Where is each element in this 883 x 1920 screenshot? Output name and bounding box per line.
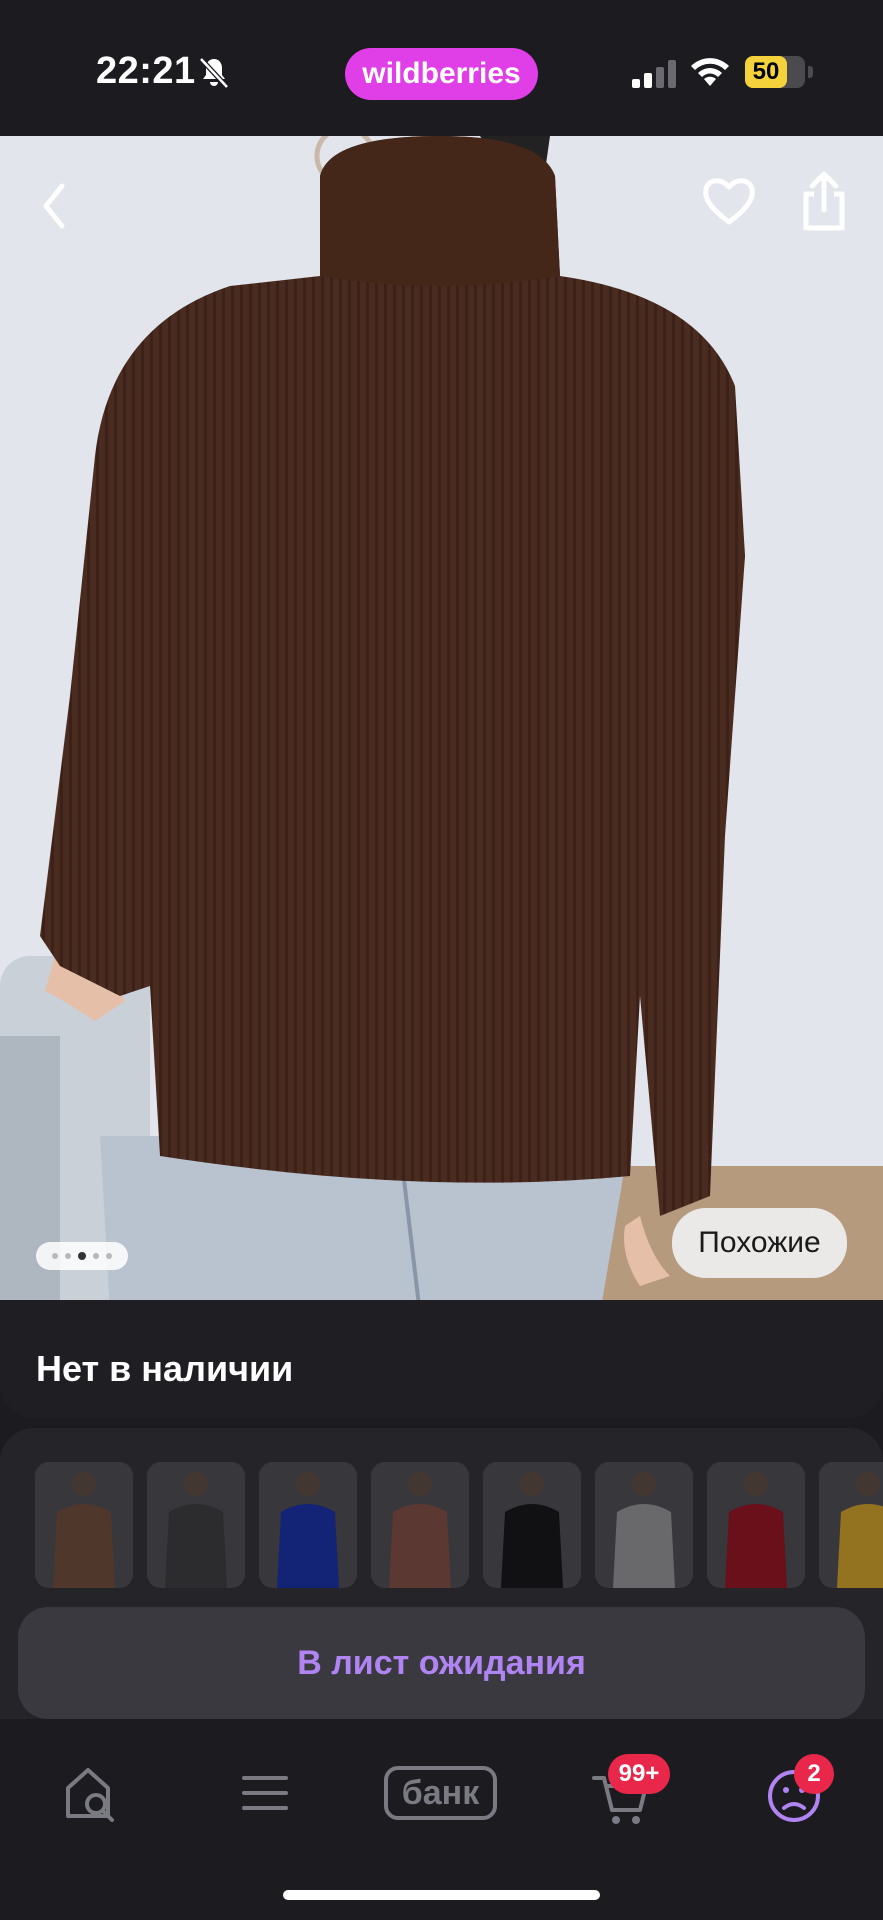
pagination-dot bbox=[93, 1253, 99, 1259]
battery-icon: 50 bbox=[745, 56, 805, 88]
similar-items-carousel[interactable] bbox=[35, 1462, 883, 1588]
battery-tip bbox=[808, 66, 813, 78]
similar-item-thumbnail[interactable] bbox=[371, 1462, 469, 1588]
stock-card: Нет в наличии bbox=[0, 1300, 883, 1418]
battery-level: 50 bbox=[752, 58, 780, 85]
thumbnail-image bbox=[259, 1462, 357, 1588]
thumbnail-image bbox=[595, 1462, 693, 1588]
tab-bank[interactable]: банк bbox=[384, 1766, 497, 1820]
brand-logo: wildberries bbox=[345, 48, 538, 100]
similar-item-thumbnail[interactable] bbox=[819, 1462, 883, 1588]
pagination-dot bbox=[65, 1253, 71, 1259]
share-icon[interactable] bbox=[796, 170, 852, 234]
thumbnail-image bbox=[819, 1462, 883, 1588]
stock-status: Нет в наличии bbox=[36, 1348, 294, 1389]
bell-slash-icon bbox=[199, 57, 229, 89]
status-bar: 22:21 wildberries 50 bbox=[0, 0, 883, 136]
similar-item-thumbnail[interactable] bbox=[35, 1462, 133, 1588]
similar-item-thumbnail[interactable] bbox=[483, 1462, 581, 1588]
similar-item-thumbnail[interactable] bbox=[707, 1462, 805, 1588]
similar-item-thumbnail[interactable] bbox=[595, 1462, 693, 1588]
wifi-icon bbox=[691, 58, 729, 86]
chevron-left-icon[interactable] bbox=[30, 176, 80, 236]
thumbnail-image bbox=[707, 1462, 805, 1588]
heart-icon[interactable] bbox=[700, 172, 758, 232]
home-indicator bbox=[283, 1890, 600, 1900]
cellular-signal-icon bbox=[632, 60, 676, 88]
cart-badge: 99+ bbox=[608, 1754, 670, 1794]
status-time: 22:21 bbox=[96, 50, 196, 92]
similar-item-thumbnail[interactable] bbox=[259, 1462, 357, 1588]
thumbnail-image bbox=[147, 1462, 245, 1588]
home-search-icon[interactable] bbox=[62, 1758, 118, 1828]
product-image[interactable]: Похожие bbox=[0, 136, 883, 1314]
image-pagination[interactable] bbox=[36, 1242, 128, 1270]
thumbnail-image bbox=[35, 1462, 133, 1588]
thumbnail-image bbox=[483, 1462, 581, 1588]
menu-icon[interactable] bbox=[240, 1758, 290, 1828]
similar-item-thumbnail[interactable] bbox=[147, 1462, 245, 1588]
product-photo bbox=[0, 136, 883, 1314]
pagination-dot bbox=[52, 1253, 58, 1259]
waitlist-button[interactable]: В лист ожидания bbox=[18, 1607, 865, 1719]
pagination-dot bbox=[106, 1253, 112, 1259]
similar-button[interactable]: Похожие bbox=[672, 1208, 847, 1278]
thumbnail-image bbox=[371, 1462, 469, 1588]
pagination-dot-active bbox=[78, 1252, 86, 1260]
profile-badge: 2 bbox=[794, 1754, 834, 1794]
